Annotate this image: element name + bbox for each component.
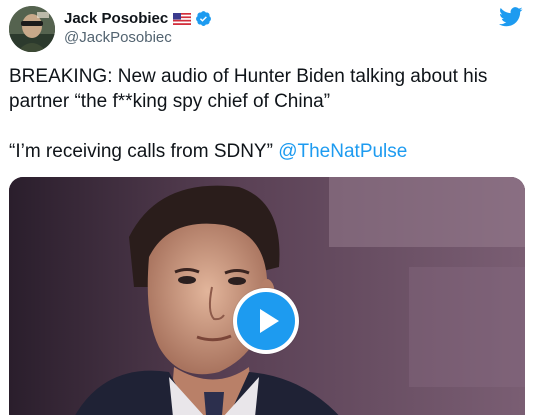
- play-icon: [260, 309, 279, 333]
- avatar[interactable]: [9, 6, 55, 52]
- tweet-text: BREAKING: New audio of Hunter Biden talk…: [9, 66, 488, 112]
- tweet-card[interactable]: Jack Posobiec @JackPosobiec BREAKING: Ne…: [0, 0, 534, 415]
- author-name-row: Jack Posobiec: [64, 8, 212, 28]
- author-display-name[interactable]: Jack Posobiec: [64, 10, 168, 27]
- play-button-circle: [237, 292, 295, 350]
- mention-link[interactable]: @TheNatPulse: [278, 141, 407, 162]
- tweet-quote-text: “I’m receiving calls from SDNY”: [9, 141, 279, 162]
- avatar-image: [9, 6, 55, 52]
- play-button[interactable]: [233, 288, 299, 354]
- author-handle[interactable]: @JackPosobiec: [64, 29, 172, 46]
- us-flag-icon: [172, 12, 192, 26]
- twitter-bird-icon[interactable]: [499, 7, 523, 27]
- verified-badge-icon: [195, 10, 212, 27]
- tweet-text-line2: “I’m receiving calls from SDNY” @TheNatP…: [9, 139, 407, 164]
